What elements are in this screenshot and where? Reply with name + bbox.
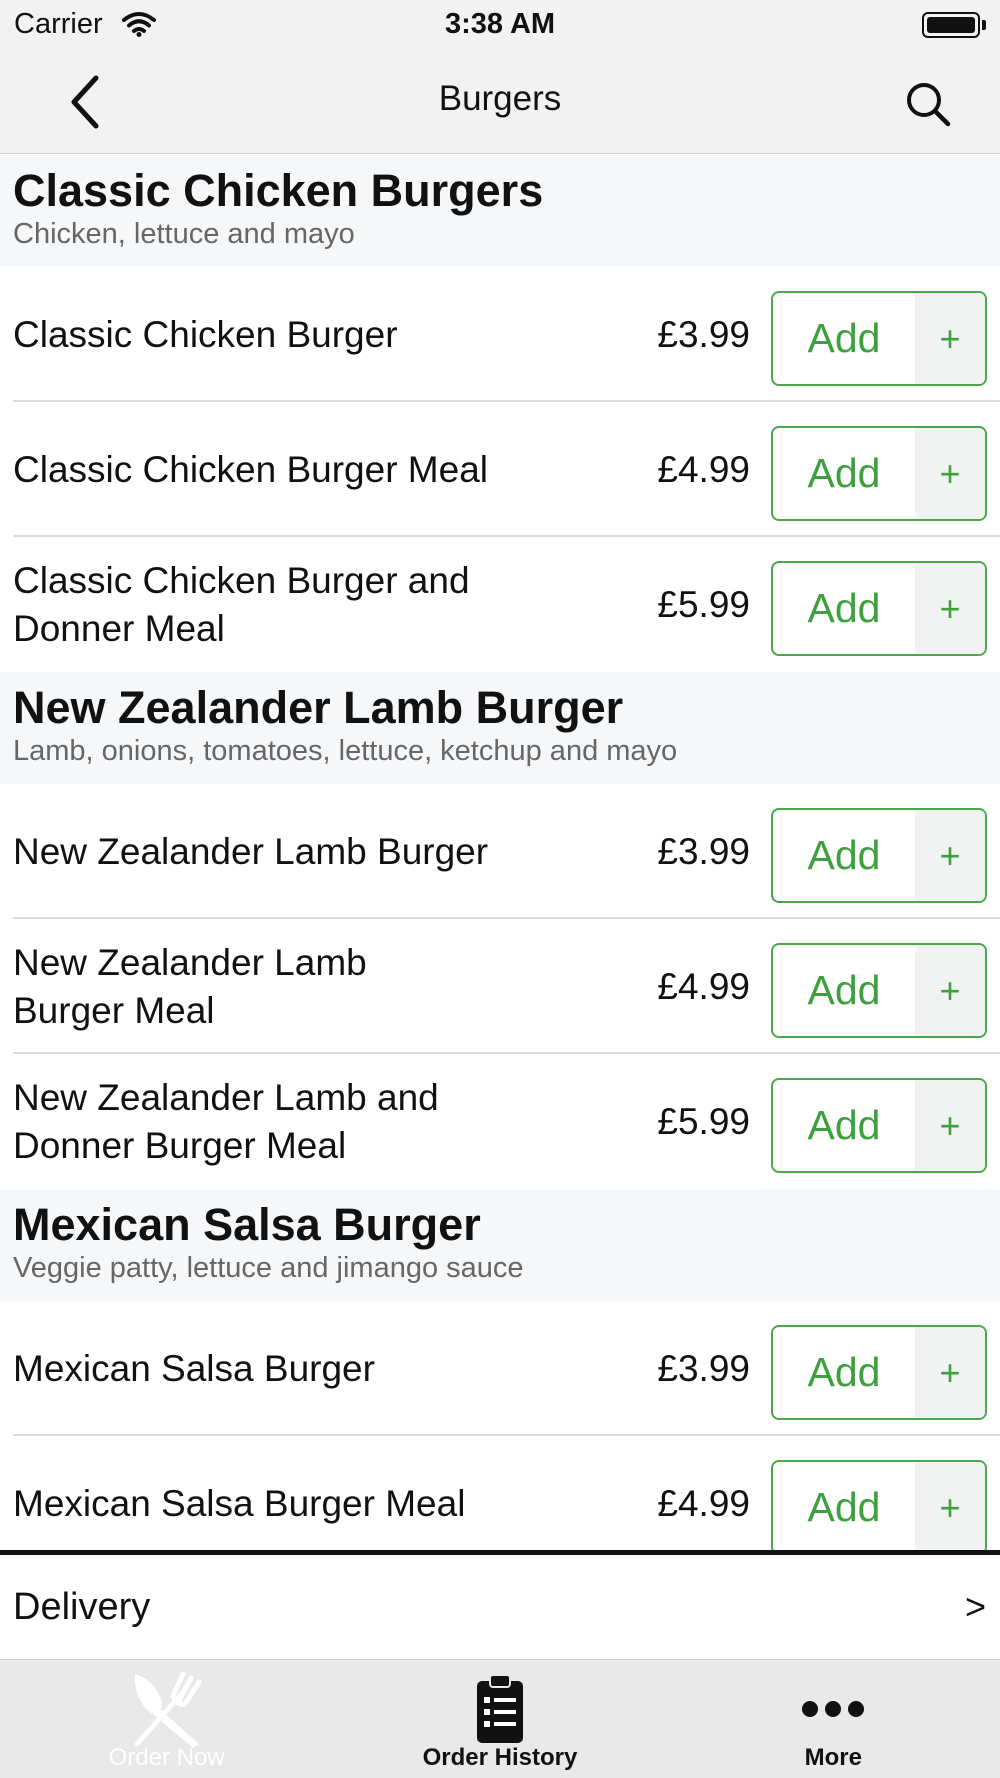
item-name: Mexican Salsa Burger Meal — [13, 1482, 466, 1524]
section-description: Chicken, lettuce and mayo — [13, 218, 355, 250]
item-name: Mexican Salsa Burger — [13, 1347, 375, 1389]
navigation-bar: Burgers — [0, 52, 1000, 154]
add-label: Add — [807, 1349, 881, 1395]
fork-knife-icon — [0, 1670, 333, 1748]
menu-item-row: Classic Chicken Burger and Donner Meal £… — [0, 537, 1000, 672]
plus-icon: + — [915, 1080, 985, 1171]
menu-item-row: Classic Chicken Burger £3.99 Add + — [0, 267, 1000, 402]
add-label: Add — [807, 967, 881, 1013]
menu-item-row: Mexican Salsa Burger £3.99 Add + — [0, 1301, 1000, 1436]
item-price: £3.99 — [657, 1347, 750, 1389]
menu-item-row: Mexican Salsa Burger Meal £4.99 Add + — [0, 1436, 1000, 1550]
section-header: Mexican Salsa Burger Veggie patty, lettu… — [0, 1189, 1000, 1301]
chevron-right-icon: > — [964, 1586, 986, 1627]
add-button[interactable]: Add + — [771, 943, 987, 1038]
add-label: Add — [807, 1102, 881, 1148]
add-button[interactable]: Add + — [771, 426, 987, 521]
status-bar: Carrier 3:38 AM — [0, 0, 1000, 52]
add-label: Add — [807, 1484, 881, 1530]
item-name: Classic Chicken Burger — [13, 313, 398, 355]
section-description: Veggie patty, lettuce and jimango sauce — [13, 1252, 524, 1284]
menu-list[interactable]: Classic Chicken Burgers Chicken, lettuce… — [0, 155, 1000, 1550]
add-label: Add — [807, 315, 881, 361]
add-button[interactable]: Add + — [771, 291, 987, 386]
item-price: £3.99 — [657, 830, 750, 872]
plus-icon: + — [915, 563, 985, 654]
item-name: Classic Chicken Burger Meal — [13, 448, 489, 490]
status-time: 3:38 AM — [444, 8, 556, 40]
tab-order-history[interactable]: Order History — [333, 1660, 666, 1778]
add-button[interactable]: Add + — [771, 1325, 987, 1420]
plus-icon: + — [915, 810, 985, 901]
add-label: Add — [807, 450, 881, 496]
item-name: New Zealander Lamb and Donner Burger Mea… — [13, 1076, 439, 1166]
item-name: New Zealander Lamb Burger — [13, 830, 489, 872]
plus-icon: + — [915, 293, 985, 384]
item-price: £4.99 — [657, 448, 750, 490]
tab-bar: Order Now Order History More — [0, 1659, 1000, 1778]
item-name: New Zealander Lamb Burger Meal — [13, 941, 367, 1031]
tab-more[interactable]: More — [667, 1660, 1000, 1778]
item-price: £5.99 — [657, 1100, 750, 1142]
item-price: £4.99 — [657, 1482, 750, 1524]
tab-label: More — [804, 1744, 862, 1771]
delivery-bar[interactable]: Delivery > — [0, 1550, 1000, 1659]
plus-icon: + — [915, 945, 985, 1036]
menu-item-row: New Zealander Lamb Burger Meal £4.99 Add… — [0, 919, 1000, 1054]
search-icon — [907, 83, 951, 127]
delivery-label: Delivery — [13, 1585, 151, 1628]
add-button[interactable]: Add + — [771, 1078, 987, 1173]
item-name: Classic Chicken Burger and Donner Meal — [13, 559, 470, 649]
tab-order-now[interactable]: Order Now — [0, 1660, 333, 1778]
section-title: New Zealander Lamb Burger — [13, 682, 624, 733]
section-title: Mexican Salsa Burger — [13, 1199, 481, 1250]
more-dots-icon — [667, 1670, 1000, 1748]
page-title: Burgers — [438, 79, 562, 118]
menu-item-row: New Zealander Lamb and Donner Burger Mea… — [0, 1054, 1000, 1189]
plus-icon: + — [915, 1327, 985, 1418]
add-label: Add — [807, 832, 881, 878]
section-header: New Zealander Lamb Burger Lamb, onions, … — [0, 672, 1000, 784]
section-title: Classic Chicken Burgers — [13, 165, 544, 216]
search-button[interactable] — [896, 72, 960, 136]
add-button[interactable]: Add + — [771, 808, 987, 903]
tab-label: Order History — [422, 1744, 578, 1771]
menu-item-row: New Zealander Lamb Burger £3.99 Add + — [0, 784, 1000, 919]
section-header: Classic Chicken Burgers Chicken, lettuce… — [0, 155, 1000, 267]
item-price: £4.99 — [657, 965, 750, 1007]
plus-icon: + — [915, 428, 985, 519]
add-button[interactable]: Add + — [771, 1460, 987, 1550]
item-price: £3.99 — [657, 313, 750, 355]
plus-icon: + — [915, 1462, 985, 1550]
tab-label: Order Now — [108, 1744, 225, 1771]
add-button[interactable]: Add + — [771, 561, 987, 656]
battery-icon — [922, 12, 986, 38]
clipboard-list-icon — [333, 1670, 666, 1748]
menu-item-row: Classic Chicken Burger Meal £4.99 Add + — [0, 402, 1000, 537]
item-price: £5.99 — [657, 583, 750, 625]
section-description: Lamb, onions, tomatoes, lettuce, ketchup… — [13, 735, 678, 767]
add-label: Add — [807, 585, 881, 631]
